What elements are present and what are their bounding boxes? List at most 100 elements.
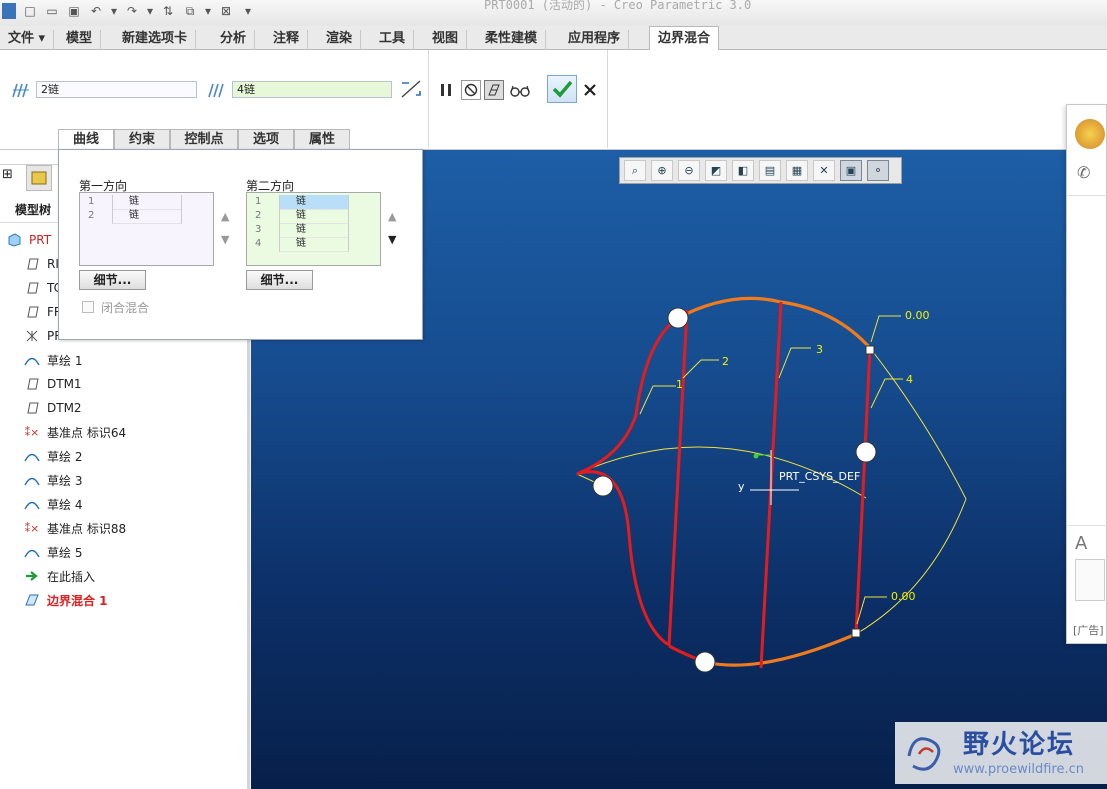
tree-item-plane[interactable]: DTM1 xyxy=(24,374,82,394)
annotation-display-icon[interactable]: ▣ xyxy=(840,160,862,181)
open-folder-icon[interactable]: ▭ xyxy=(44,3,60,19)
tree-item-plane[interactable]: DTM2 xyxy=(24,398,82,418)
tree-item-insert-here[interactable]: 在此插入 xyxy=(24,566,95,586)
move-down-icon[interactable]: ▼ xyxy=(221,233,229,246)
boundary-curve-bottom xyxy=(704,632,857,667)
tab-tools[interactable]: 工具 xyxy=(371,30,415,50)
datum-point-icon: ⁑× xyxy=(24,425,40,439)
move-up-icon[interactable]: ▲ xyxy=(221,210,229,223)
first-direction-detail-button[interactable]: 细节... xyxy=(79,270,146,290)
tree-item-sketch[interactable]: 草绘 1 xyxy=(24,350,82,370)
avatar[interactable] xyxy=(1075,119,1105,149)
redo-icon[interactable]: ↷ xyxy=(124,3,140,19)
zoom-out-icon[interactable]: ⊖ xyxy=(678,160,700,181)
folder-browser-tab-icon[interactable] xyxy=(26,165,52,191)
boundary-blend-icon xyxy=(24,592,40,608)
tab-flexible-modeling[interactable]: 柔性建模 xyxy=(477,30,547,50)
closed-blend-checkbox[interactable] xyxy=(82,301,94,313)
window-icon[interactable]: ⧉ xyxy=(182,3,198,19)
tree-item-sketch[interactable]: 草绘 3 xyxy=(24,470,82,490)
cancel-button[interactable] xyxy=(580,80,600,100)
customize-toolbar-icon[interactable]: ▾ xyxy=(240,3,256,19)
tab-curves[interactable]: 曲线 xyxy=(58,129,114,151)
second-direction-chain-field[interactable]: 4链 xyxy=(232,81,392,98)
second-direction-list[interactable]: 1 链 2 链 3 链 4 链 xyxy=(246,192,381,266)
tree-item-datum-point[interactable]: ⁑× 基准点 标识88 xyxy=(24,518,126,538)
closed-blend-label: 闭合混合 xyxy=(101,301,150,315)
app-logo-icon[interactable] xyxy=(2,3,16,19)
tab-analysis[interactable]: 分析 xyxy=(212,30,256,50)
tab-view[interactable]: 视图 xyxy=(424,30,468,50)
dropdown-icon[interactable]: ▾ xyxy=(204,3,212,19)
spin-center-icon[interactable]: ⚬ xyxy=(867,160,889,181)
tab-annotate[interactable]: 注释 xyxy=(265,30,309,50)
list-item[interactable]: 3 链 xyxy=(247,223,380,238)
tree-item-sketch[interactable]: 草绘 2 xyxy=(24,446,82,466)
perspective-icon[interactable]: ▦ xyxy=(786,160,808,181)
curves-panel: 第一方向 1 链 2 链 ▲ ▼ 细节... 第二方向 1 链 2 链 3 链 … xyxy=(58,149,423,340)
pause-icon[interactable] xyxy=(436,80,456,100)
display-style-icon[interactable]: ◧ xyxy=(732,160,754,181)
tab-boundary-blend[interactable]: 边界混合 xyxy=(649,26,720,51)
axis-label: y xyxy=(738,480,745,493)
no-preview-icon[interactable] xyxy=(461,80,481,100)
dropdown-icon[interactable]: ▾ xyxy=(146,3,154,19)
close-window-icon[interactable]: ⊠ xyxy=(218,3,234,19)
tab-properties[interactable]: 属性 xyxy=(294,129,350,150)
tree-item-boundary-blend[interactable]: 边界混合 1 xyxy=(24,590,108,610)
move-down-icon[interactable]: ▼ xyxy=(388,233,396,246)
constraint-value-top[interactable]: 0.00 xyxy=(905,309,930,322)
regenerate-icon[interactable]: ⇅ xyxy=(160,3,176,19)
approximate-blend-icon[interactable] xyxy=(399,78,423,100)
ribbon-tab-bar: 文件 ▾ 模型 新建选项卡 分析 注释 渲染 工具 视图 柔性建模 应用程序 边… xyxy=(0,26,1107,51)
move-up-icon[interactable]: ▲ xyxy=(388,210,396,223)
second-direction-detail-button[interactable]: 细节... xyxy=(246,270,313,290)
repaint-icon[interactable]: ◩ xyxy=(705,160,727,181)
tree-item-csys[interactable]: PR xyxy=(24,326,63,346)
tree-item-sketch[interactable]: 草绘 5 xyxy=(24,542,82,562)
model-tree-tab-icon[interactable]: ⊞ xyxy=(2,167,22,189)
tree-item-plane[interactable]: FR xyxy=(24,302,62,322)
refit-icon[interactable]: ⌕ xyxy=(624,160,646,181)
tree-item-plane[interactable]: RI xyxy=(24,254,59,274)
tree-item-plane[interactable]: TC xyxy=(24,278,62,298)
tree-item-datum-point[interactable]: ⁑× 基准点 标识64 xyxy=(24,422,126,442)
phone-icon[interactable]: ✆ xyxy=(1077,163,1090,182)
font-icon[interactable]: A xyxy=(1075,533,1087,554)
undo-icon[interactable]: ↶ xyxy=(88,3,104,19)
save-icon[interactable]: ▣ xyxy=(66,3,82,19)
thumbnail-image[interactable] xyxy=(1075,559,1105,601)
list-item[interactable]: 1 链 xyxy=(80,195,213,210)
tab-control-points[interactable]: 控制点 xyxy=(170,129,238,150)
list-item[interactable]: 2 链 xyxy=(247,209,380,224)
tab-file[interactable]: 文件 ▾ xyxy=(0,30,55,50)
tree-item-label: 草绘 2 xyxy=(47,449,83,464)
tab-options[interactable]: 选项 xyxy=(238,129,294,150)
dropdown-icon[interactable]: ▾ xyxy=(110,3,118,19)
tab-applications[interactable]: 应用程序 xyxy=(560,30,630,50)
list-item[interactable]: 4 链 xyxy=(247,237,380,252)
first-direction-list[interactable]: 1 链 2 链 xyxy=(79,192,214,266)
tree-item-sketch[interactable]: 草绘 4 xyxy=(24,494,82,514)
tab-render[interactable]: 渲染 xyxy=(318,30,362,50)
title-bar: □ ▭ ▣ ↶ ▾ ↷ ▾ ⇅ ⧉ ▾ ⊠ ▾ PRT0001 (活动的) - … xyxy=(0,0,1107,26)
curve-1-lower xyxy=(576,470,670,647)
quick-access-toolbar: □ ▭ ▣ ↶ ▾ ↷ ▾ ⇅ ⧉ ▾ ⊠ ▾ xyxy=(2,2,262,20)
saved-views-icon[interactable]: ▤ xyxy=(759,160,781,181)
tree-item-part[interactable]: PRT xyxy=(6,230,51,250)
list-item[interactable]: 1 链 xyxy=(247,195,380,210)
tab-model[interactable]: 模型 xyxy=(58,30,102,50)
glasses-preview-icon[interactable] xyxy=(508,80,532,100)
geometry-preview-icon[interactable] xyxy=(484,80,504,100)
tab-constraints[interactable]: 约束 xyxy=(114,129,170,150)
constraint-value-bottom[interactable]: 0.00 xyxy=(891,590,916,603)
datum-curve-right-bottom xyxy=(855,498,967,635)
list-item[interactable]: 2 链 xyxy=(80,209,213,224)
datum-display-icon[interactable]: ✕ xyxy=(813,160,835,181)
tab-new-tab[interactable]: 新建选项卡 xyxy=(114,30,197,50)
new-file-icon[interactable]: □ xyxy=(22,3,38,19)
zoom-in-icon[interactable]: ⊕ xyxy=(651,160,673,181)
tree-item-label: 草绘 5 xyxy=(47,545,83,560)
apply-button[interactable] xyxy=(547,75,577,103)
first-direction-chain-field[interactable]: 2链 xyxy=(36,81,197,98)
